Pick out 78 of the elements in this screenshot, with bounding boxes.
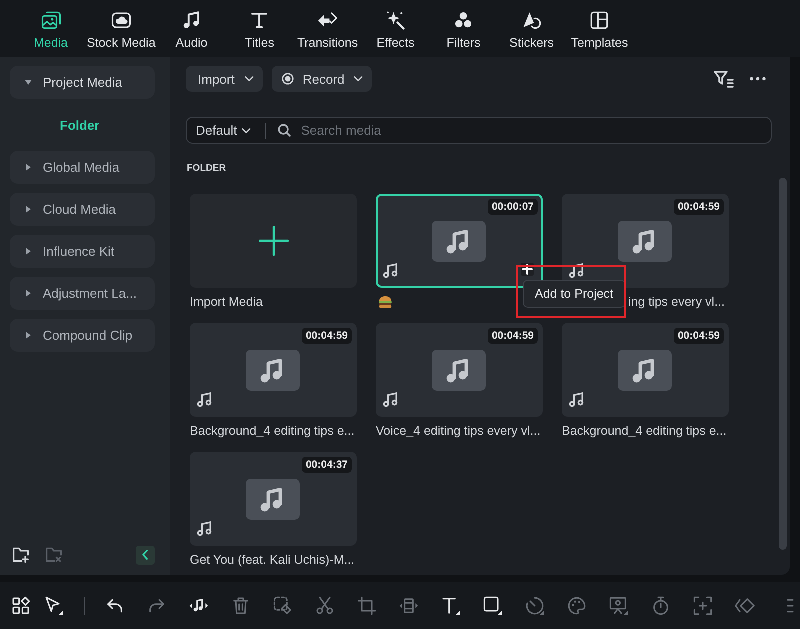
tab[interactable]: Audio (158, 0, 226, 57)
scrollbar-thumb[interactable] (779, 178, 787, 550)
duration-badge: 00:04:59 (488, 328, 538, 344)
duration-badge: 00:04:59 (302, 328, 352, 344)
sidebar-item[interactable]: Compound Clip (10, 319, 155, 352)
sidebar-item[interactable]: Influence Kit (10, 235, 155, 268)
music-notes-icon (197, 521, 212, 536)
circles-icon (453, 10, 474, 31)
grid-icon[interactable] (11, 596, 31, 616)
image-icon (40, 10, 62, 31)
tab[interactable]: Effects (362, 0, 430, 57)
duration-badge: 00:00:07 (488, 199, 538, 215)
tab[interactable]: Transitions (294, 0, 362, 57)
music-tile-icon (618, 221, 672, 262)
music-notes-icon (383, 392, 398, 407)
file-name: ing tips every vl... (628, 295, 725, 309)
more-icon[interactable] (750, 77, 766, 81)
sort-dropdown[interactable]: Default (196, 123, 252, 138)
music-tile-icon (618, 350, 672, 391)
tooltip: Add to Project (523, 280, 626, 308)
music-tile-icon (246, 350, 300, 391)
duration-badge: 00:04:59 (674, 328, 724, 344)
audio-thumbnail[interactable]: 00:04:59 (562, 323, 729, 417)
sidebar-subitem[interactable]: Folder (60, 108, 100, 142)
tab[interactable]: Filters (430, 0, 498, 57)
cursor-icon[interactable] (44, 596, 64, 616)
tab[interactable]: Stock Media (85, 0, 158, 57)
import-button[interactable]: Import (186, 66, 263, 92)
tab[interactable]: Media (17, 0, 85, 57)
duration-badge: 00:04:59 (674, 199, 724, 215)
audio-thumbnail[interactable]: 00:00:07 (376, 194, 543, 288)
text-tool-icon[interactable] (441, 596, 461, 616)
sidebar-item[interactable]: Adjustment La... (10, 277, 155, 310)
music-notes-icon (569, 263, 584, 278)
chevron-left-icon (142, 550, 149, 560)
music-note-icon (181, 10, 202, 31)
square-icon[interactable] (483, 596, 503, 616)
record-icon (282, 73, 294, 85)
triangle-arc-icon (521, 10, 542, 31)
search-icon (278, 124, 292, 137)
file-name: Background_4 editing tips e... (190, 424, 355, 438)
tab[interactable]: Stickers (498, 0, 566, 57)
duration-badge: 00:04:37 (302, 457, 352, 473)
folder-add-icon[interactable] (12, 546, 30, 564)
music-notes-icon (197, 392, 212, 407)
chevron-down-icon (354, 76, 363, 82)
file-name: Voice_4 editing tips every vl... (376, 424, 541, 438)
music-notes-icon (383, 263, 398, 278)
chevron-down-icon (244, 76, 254, 82)
music-tile-icon (246, 479, 300, 520)
layout-icon (589, 10, 610, 31)
audio-thumbnail[interactable]: 00:04:59 (190, 323, 357, 417)
import-media-tile[interactable] (190, 194, 357, 288)
record-button[interactable]: Record (272, 66, 372, 92)
plus-icon (258, 226, 288, 256)
burger-icon (378, 295, 393, 309)
file-name: Import Media (190, 295, 263, 309)
sidebar-item[interactable]: Project Media (10, 66, 155, 99)
letter-t-icon (249, 10, 270, 31)
audio-thumbnail[interactable]: 00:04:37 (190, 452, 357, 546)
section-heading: FOLDER (187, 163, 226, 175)
search-bar[interactable]: Default Search media (186, 117, 772, 144)
collapse-button[interactable] (136, 546, 155, 564)
audio-thumbnail[interactable]: 00:04:59 (562, 194, 729, 288)
file-name: Background_4 editing tips e... (562, 424, 727, 438)
file-name: Get You (feat. Kali Uchis)-M... (190, 553, 355, 567)
music-notes-icon (569, 392, 584, 407)
cloud-icon (110, 10, 132, 31)
tab[interactable]: Templates (566, 0, 634, 57)
music-tile-icon (432, 221, 486, 262)
chevron-down-icon (242, 128, 252, 134)
sidebar-item[interactable]: Cloud Media (10, 193, 155, 226)
sidebar-item[interactable]: Global Media (10, 151, 155, 184)
tab[interactable]: Titles (226, 0, 294, 57)
audio-thumbnail[interactable]: 00:04:59 (376, 323, 543, 417)
filter-icon[interactable] (714, 70, 734, 88)
music-tile-icon (432, 350, 486, 391)
sparkle-icon (385, 10, 406, 31)
